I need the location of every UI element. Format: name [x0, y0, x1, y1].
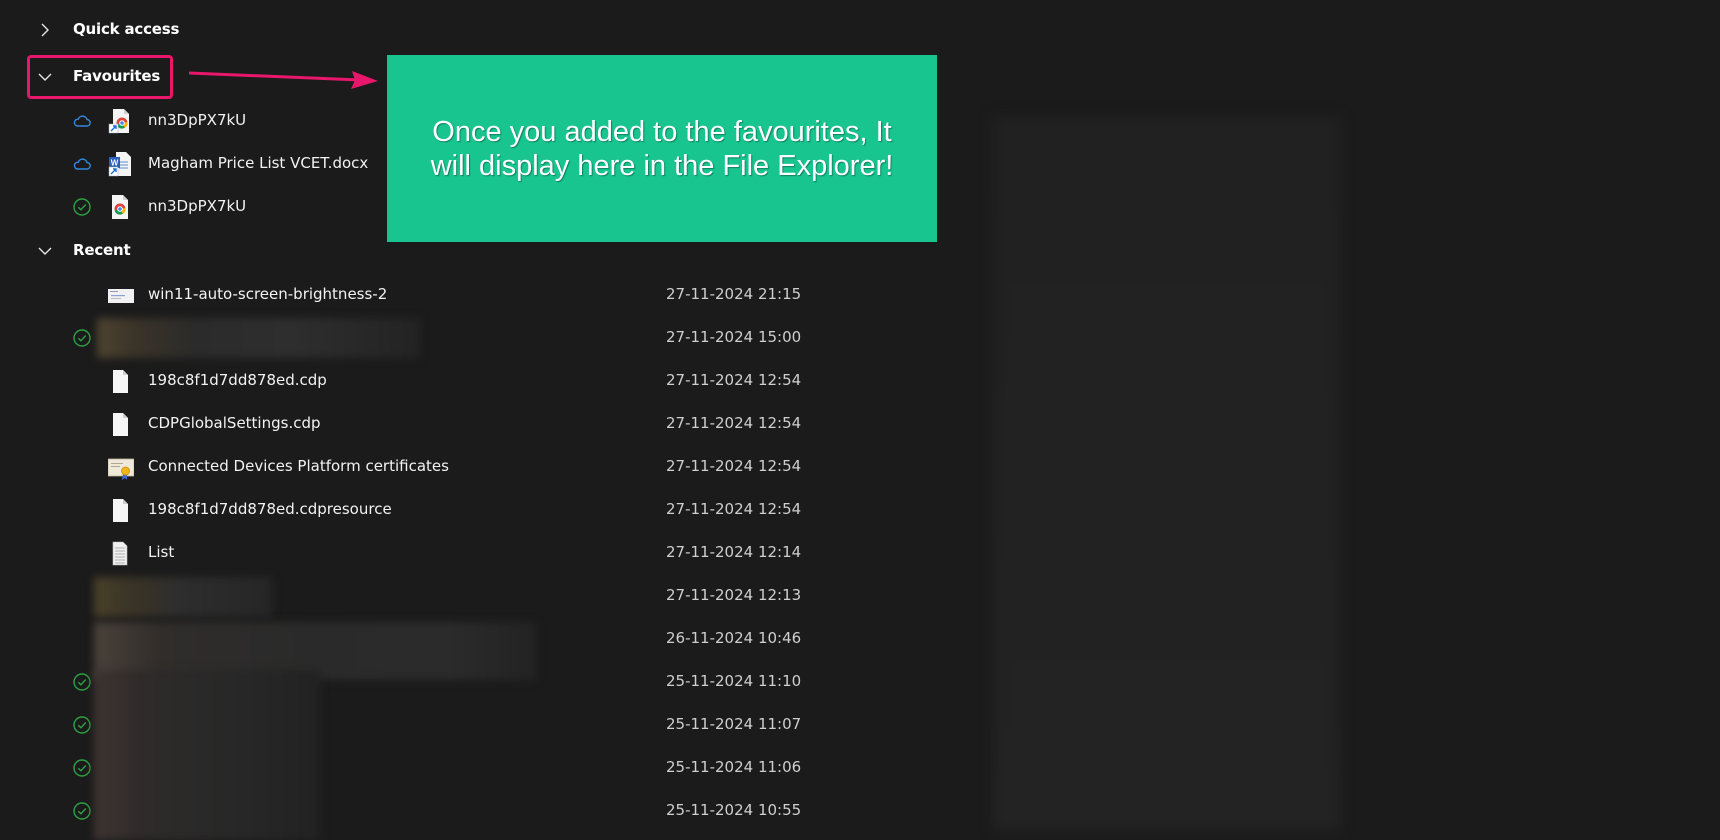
recent-item[interactable]: win11-auto-screen-brightness-2 27-11-2024… [0, 273, 900, 316]
chevron-down-icon[interactable] [36, 242, 54, 260]
file-name: Magham Price List VCET.docx [148, 154, 369, 172]
word-shortcut-icon: W [108, 151, 132, 177]
date-modified: 27-11-2024 21:15 [666, 285, 802, 303]
date-modified: 25-11-2024 11:07 [666, 715, 802, 733]
file-name: CDPGlobalSettings.cdp [148, 414, 321, 432]
date-modified: 25-11-2024 11:10 [666, 672, 802, 690]
file-name: win11-auto-screen-brightness-2 [148, 285, 388, 303]
check-circle-icon [72, 801, 92, 821]
callout-text: Once you added to the favourites, It wil… [430, 115, 894, 182]
date-modified: 27-11-2024 12:14 [666, 543, 802, 561]
file-name: 198c8f1d7dd878ed.cdpresource [148, 500, 392, 518]
recent-label: Recent [73, 241, 131, 259]
date-modified: 27-11-2024 15:00 [666, 328, 802, 346]
check-circle-icon [72, 197, 92, 217]
check-circle-icon [72, 672, 92, 692]
recent-item[interactable]: Connected Devices Platform certificates 2… [0, 445, 900, 488]
check-circle-icon [72, 328, 92, 348]
text-file-icon [108, 540, 132, 566]
annotation-callout: Once you added to the favourites, It wil… [387, 55, 937, 242]
date-modified: 26-11-2024 10:46 [666, 629, 802, 647]
date-modified: 25-11-2024 11:06 [666, 758, 802, 776]
date-modified: 27-11-2024 12:54 [666, 414, 802, 432]
date-modified: 25-11-2024 10:55 [666, 801, 802, 819]
blank-file-icon [108, 368, 132, 394]
annotation-arrow [188, 71, 378, 89]
file-name: nn3DpPX7kU [148, 197, 247, 215]
redacted-area [97, 318, 420, 358]
redacted-area [94, 670, 320, 840]
image-thumbnail-icon [108, 282, 134, 308]
recent-item[interactable]: CDPGlobalSettings.cdp 27-11-2024 12:54 [0, 402, 900, 445]
recent-item[interactable]: 198c8f1d7dd878ed.cdpresource 27-11-2024 1… [0, 488, 900, 531]
svg-text:W: W [111, 159, 119, 168]
blank-file-icon [108, 497, 132, 523]
chrome-file-icon [108, 194, 132, 220]
recent-item[interactable]: 198c8f1d7dd878ed.cdp 27-11-2024 12:54 [0, 359, 900, 402]
check-circle-icon [72, 758, 92, 778]
file-name: List [148, 543, 175, 561]
certificate-icon [107, 454, 135, 480]
redacted-preview-pane [993, 117, 1340, 830]
blank-file-icon [108, 411, 132, 437]
date-modified: 27-11-2024 12:13 [666, 586, 802, 604]
recent-item[interactable]: List 27-11-2024 12:14 [0, 531, 900, 574]
date-modified: 27-11-2024 12:54 [666, 457, 802, 475]
file-name: 198c8f1d7dd878ed.cdp [148, 371, 327, 389]
check-circle-icon [72, 715, 92, 735]
redacted-area [94, 577, 272, 617]
date-modified: 27-11-2024 12:54 [666, 371, 802, 389]
date-modified: 27-11-2024 12:54 [666, 500, 802, 518]
cloud-icon [72, 154, 92, 174]
file-name: Connected Devices Platform certificates [148, 457, 449, 475]
